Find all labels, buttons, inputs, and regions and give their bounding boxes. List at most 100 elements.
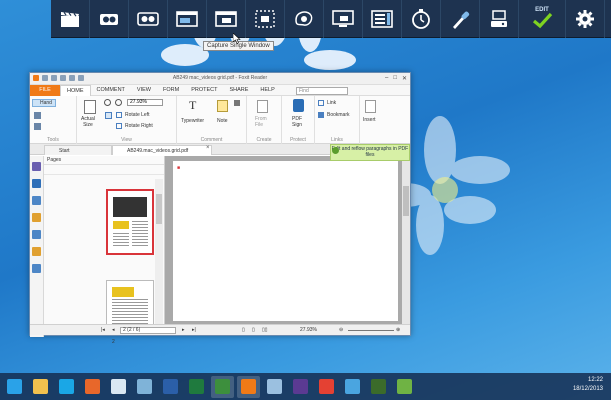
tab-start[interactable]: Start bbox=[44, 145, 112, 155]
pages-panel-tools bbox=[44, 165, 164, 175]
create-group-label: Create bbox=[256, 137, 272, 143]
taskbar-app-15[interactable] bbox=[393, 376, 416, 398]
taskbar-app-1[interactable] bbox=[29, 376, 52, 398]
find-input[interactable]: Find bbox=[296, 87, 348, 95]
region-capture-icon[interactable] bbox=[246, 0, 285, 38]
system-clock[interactable]: 12:22 18/12/2013 bbox=[573, 376, 603, 394]
layers-panel-icon[interactable] bbox=[32, 196, 41, 205]
zoom-in-icon[interactable] bbox=[115, 99, 122, 106]
scrolling-capture-icon[interactable] bbox=[363, 0, 402, 38]
actual-size-button[interactable]: Actual Size bbox=[81, 116, 95, 128]
page-thumbnail-2[interactable] bbox=[106, 189, 154, 255]
taskbar-app-11[interactable] bbox=[289, 376, 312, 398]
camcorder-icon[interactable] bbox=[90, 0, 129, 38]
pages-scrollbar[interactable] bbox=[155, 179, 163, 324]
taskbar-app-14[interactable] bbox=[367, 376, 390, 398]
taskbar-app-8[interactable] bbox=[211, 375, 234, 398]
pdf-sign-button[interactable]: PDF Sign bbox=[292, 116, 302, 128]
close-icon[interactable]: ✕ bbox=[402, 75, 407, 82]
file-attachment-icon[interactable] bbox=[234, 100, 240, 106]
taskbar-app-12[interactable] bbox=[315, 376, 338, 398]
document-scrollbar[interactable] bbox=[402, 156, 410, 326]
document-view[interactable]: ■ bbox=[165, 156, 410, 326]
close-tab-icon[interactable]: × bbox=[206, 145, 210, 151]
zoom-level-text[interactable]: 27.93% bbox=[300, 327, 317, 333]
next-page-icon[interactable]: ▸ bbox=[182, 327, 185, 333]
facing-icon[interactable]: ▯▯ bbox=[262, 327, 268, 333]
edit-check-icon[interactable]: EDIT bbox=[519, 0, 566, 38]
previous-page-icon[interactable]: ◂ bbox=[112, 327, 115, 333]
link-button[interactable]: Link bbox=[327, 100, 336, 106]
taskbar-app-9[interactable] bbox=[237, 375, 260, 398]
taskbar-app-4[interactable] bbox=[107, 376, 130, 398]
taskbar-app-2[interactable] bbox=[55, 376, 78, 398]
taskbar-app-6[interactable] bbox=[159, 376, 182, 398]
page-thumbnail-3[interactable] bbox=[106, 280, 154, 326]
tab-home[interactable]: HOME bbox=[60, 84, 91, 96]
typewriter-button[interactable]: Typewriter bbox=[181, 118, 204, 124]
pages-panel-title: Pages bbox=[44, 156, 164, 165]
pages-panel-icon[interactable] bbox=[32, 179, 41, 188]
settings-gear-icon[interactable] bbox=[566, 0, 605, 38]
rotate-left-button[interactable]: Rotate Left bbox=[125, 112, 149, 118]
first-page-icon[interactable]: |◂ bbox=[101, 327, 105, 333]
select-text-icon[interactable] bbox=[34, 112, 41, 119]
pdf-sign-icon bbox=[293, 99, 304, 112]
taskbar-app-3[interactable] bbox=[81, 376, 104, 398]
promo-banner[interactable]: Edit and reflow paragraphs in PDF files bbox=[330, 144, 410, 161]
protect-group-label: Protect bbox=[290, 137, 306, 143]
bookmarks-panel-icon[interactable] bbox=[32, 162, 41, 171]
taskbar-app-13[interactable] bbox=[341, 376, 364, 398]
maximize-icon[interactable]: □ bbox=[393, 75, 397, 82]
taskbar-app-10[interactable] bbox=[263, 376, 286, 398]
clock-date: 18/12/2013 bbox=[572, 386, 603, 392]
tab-form[interactable]: FORM bbox=[157, 85, 185, 96]
single-page-icon[interactable]: ▯ bbox=[242, 327, 245, 333]
screen-capture-icon[interactable] bbox=[324, 0, 363, 38]
continuous-icon[interactable]: ▯ bbox=[252, 327, 255, 333]
promo-arrow-icon[interactable] bbox=[332, 147, 339, 154]
tab-protect[interactable]: PROTECT bbox=[185, 85, 223, 96]
zoom-out-status-icon[interactable]: ⊖ bbox=[339, 327, 343, 333]
tab-view[interactable]: VIEW bbox=[131, 85, 157, 96]
color-picker-icon[interactable] bbox=[441, 0, 480, 38]
actual-size-icon[interactable] bbox=[84, 100, 96, 114]
zoom-out-icon[interactable] bbox=[104, 99, 111, 106]
document-scrollbar-thumb[interactable] bbox=[403, 186, 409, 216]
fit-page-icon[interactable] bbox=[105, 112, 112, 119]
tab-share[interactable]: SHARE bbox=[223, 85, 254, 96]
attachments-panel-icon[interactable] bbox=[32, 230, 41, 239]
rotate-right-button[interactable]: Rotate Right bbox=[125, 123, 153, 129]
output-icon[interactable] bbox=[480, 0, 519, 38]
freehand-capture-icon[interactable] bbox=[285, 0, 324, 38]
dual-camcorder-icon[interactable] bbox=[129, 0, 168, 38]
zoom-select[interactable]: 27.93% bbox=[127, 99, 163, 106]
signature-panel-icon[interactable] bbox=[32, 264, 41, 273]
tab-file[interactable]: FILE bbox=[30, 84, 60, 96]
create-group: From File Create bbox=[247, 96, 282, 144]
tab-comment[interactable]: COMMENT bbox=[91, 85, 131, 96]
clapper-icon[interactable] bbox=[51, 0, 90, 38]
select-annotation-icon[interactable] bbox=[34, 123, 41, 130]
pages-scrollbar-thumb[interactable] bbox=[156, 194, 162, 224]
tab-help[interactable]: HELP bbox=[254, 85, 280, 96]
bookmark-button[interactable]: Bookmark bbox=[327, 112, 350, 118]
comments-panel-icon[interactable] bbox=[32, 213, 41, 222]
from-file-button[interactable]: From File bbox=[255, 116, 267, 128]
taskbar-app-5[interactable] bbox=[133, 376, 156, 398]
timer-icon[interactable] bbox=[402, 0, 441, 38]
insert-button[interactable]: Insert bbox=[363, 117, 376, 123]
security-panel-icon[interactable] bbox=[32, 247, 41, 256]
minimize-icon[interactable]: – bbox=[385, 75, 388, 82]
window-title: AB249 mac_videos grid.pdf - Foxit Reader bbox=[172, 75, 268, 81]
note-button[interactable]: Note bbox=[217, 118, 228, 124]
hand-tool-button[interactable]: Hand bbox=[40, 100, 52, 106]
zoom-slider[interactable] bbox=[348, 330, 394, 331]
taskbar-app-7[interactable] bbox=[185, 376, 208, 398]
last-page-icon[interactable]: ▸| bbox=[192, 327, 196, 333]
page-number-input[interactable]: 2 (2 / 6) bbox=[120, 327, 176, 334]
window-capture-icon[interactable] bbox=[168, 0, 207, 38]
taskbar-app-0[interactable] bbox=[3, 376, 26, 398]
zoom-in-status-icon[interactable]: ⊕ bbox=[396, 327, 400, 333]
tab-document[interactable]: AB249.mac_videos.grid.pdf bbox=[112, 145, 212, 155]
